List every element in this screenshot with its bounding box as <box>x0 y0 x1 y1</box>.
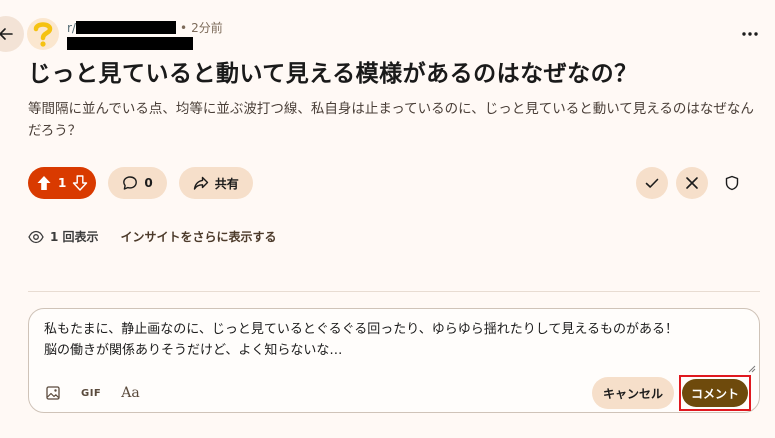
remove-button[interactable] <box>676 167 708 199</box>
resize-handle-icon[interactable] <box>746 363 756 373</box>
subreddit-avatar[interactable] <box>27 18 59 50</box>
post-body: 等間隔に並んでいる点、均等に並ぶ波打つ線、私自身は止まっているのに、じっと見てい… <box>28 101 754 139</box>
composer-toolbar: GIF Aa <box>45 385 140 401</box>
mod-shield-button[interactable] <box>716 167 748 199</box>
subreddit-prefix: r/ <box>67 20 76 35</box>
comment-composer: 私もたまに、静止画なのに、じっと見ているとぐるぐる回ったり、ゆらゆら揺れたりして… <box>28 308 760 413</box>
divider <box>28 291 760 292</box>
time-separator: • <box>179 20 188 35</box>
checkmark-icon <box>645 178 659 188</box>
arrow-left-icon <box>0 28 13 40</box>
formatting-button[interactable]: Aa <box>121 385 139 401</box>
insights-link[interactable]: インサイトをさらに表示する <box>121 228 277 245</box>
arrow-up-icon <box>37 176 51 190</box>
share-arrow-icon <box>193 176 208 190</box>
speech-bubble-icon <box>123 176 138 190</box>
gif-button[interactable]: GIF <box>81 388 101 399</box>
post-meta: r/ • 2分前 <box>67 19 223 36</box>
post-actions: 1 0 共有 <box>28 167 253 199</box>
comments-button[interactable]: 0 <box>108 167 167 199</box>
comment-input[interactable]: 私もたまに、静止画なのに、じっと見ているとぐるぐる回ったり、ゆらゆら揺れたりして… <box>44 319 744 367</box>
downvote-button[interactable] <box>72 175 88 191</box>
post-stats: 1 回表示 インサイトをさらに表示する <box>28 228 277 245</box>
arrow-down-icon <box>73 175 88 191</box>
ellipsis-icon <box>742 32 758 36</box>
view-count: 1 回表示 <box>50 230 99 244</box>
submit-highlight: コメント <box>679 375 751 411</box>
upvote-button[interactable] <box>36 175 52 191</box>
shield-icon <box>725 175 739 191</box>
image-upload-button[interactable] <box>45 385 61 401</box>
comment-submit-button[interactable]: コメント <box>682 379 748 407</box>
more-options-button[interactable] <box>736 22 764 46</box>
image-icon <box>46 386 60 400</box>
post-time: 2分前 <box>191 21 223 35</box>
question-mark-icon <box>33 22 53 47</box>
redacted-subreddit-name[interactable] <box>75 21 176 34</box>
vote-count: 1 <box>58 176 67 190</box>
close-icon <box>686 177 698 189</box>
post-title: じっと見ていると動いて見える模様があるのはなぜなの？ <box>28 61 638 87</box>
vote-control: 1 <box>28 167 97 199</box>
redacted-author-name[interactable] <box>67 37 193 50</box>
back-button[interactable] <box>0 16 24 52</box>
eye-icon <box>28 230 44 243</box>
comment-count: 0 <box>144 176 153 190</box>
share-label: 共有 <box>214 176 239 191</box>
mod-actions <box>636 167 748 199</box>
cancel-button[interactable]: キャンセル <box>592 377 674 409</box>
share-button[interactable]: 共有 <box>178 167 253 199</box>
approve-button[interactable] <box>636 167 668 199</box>
